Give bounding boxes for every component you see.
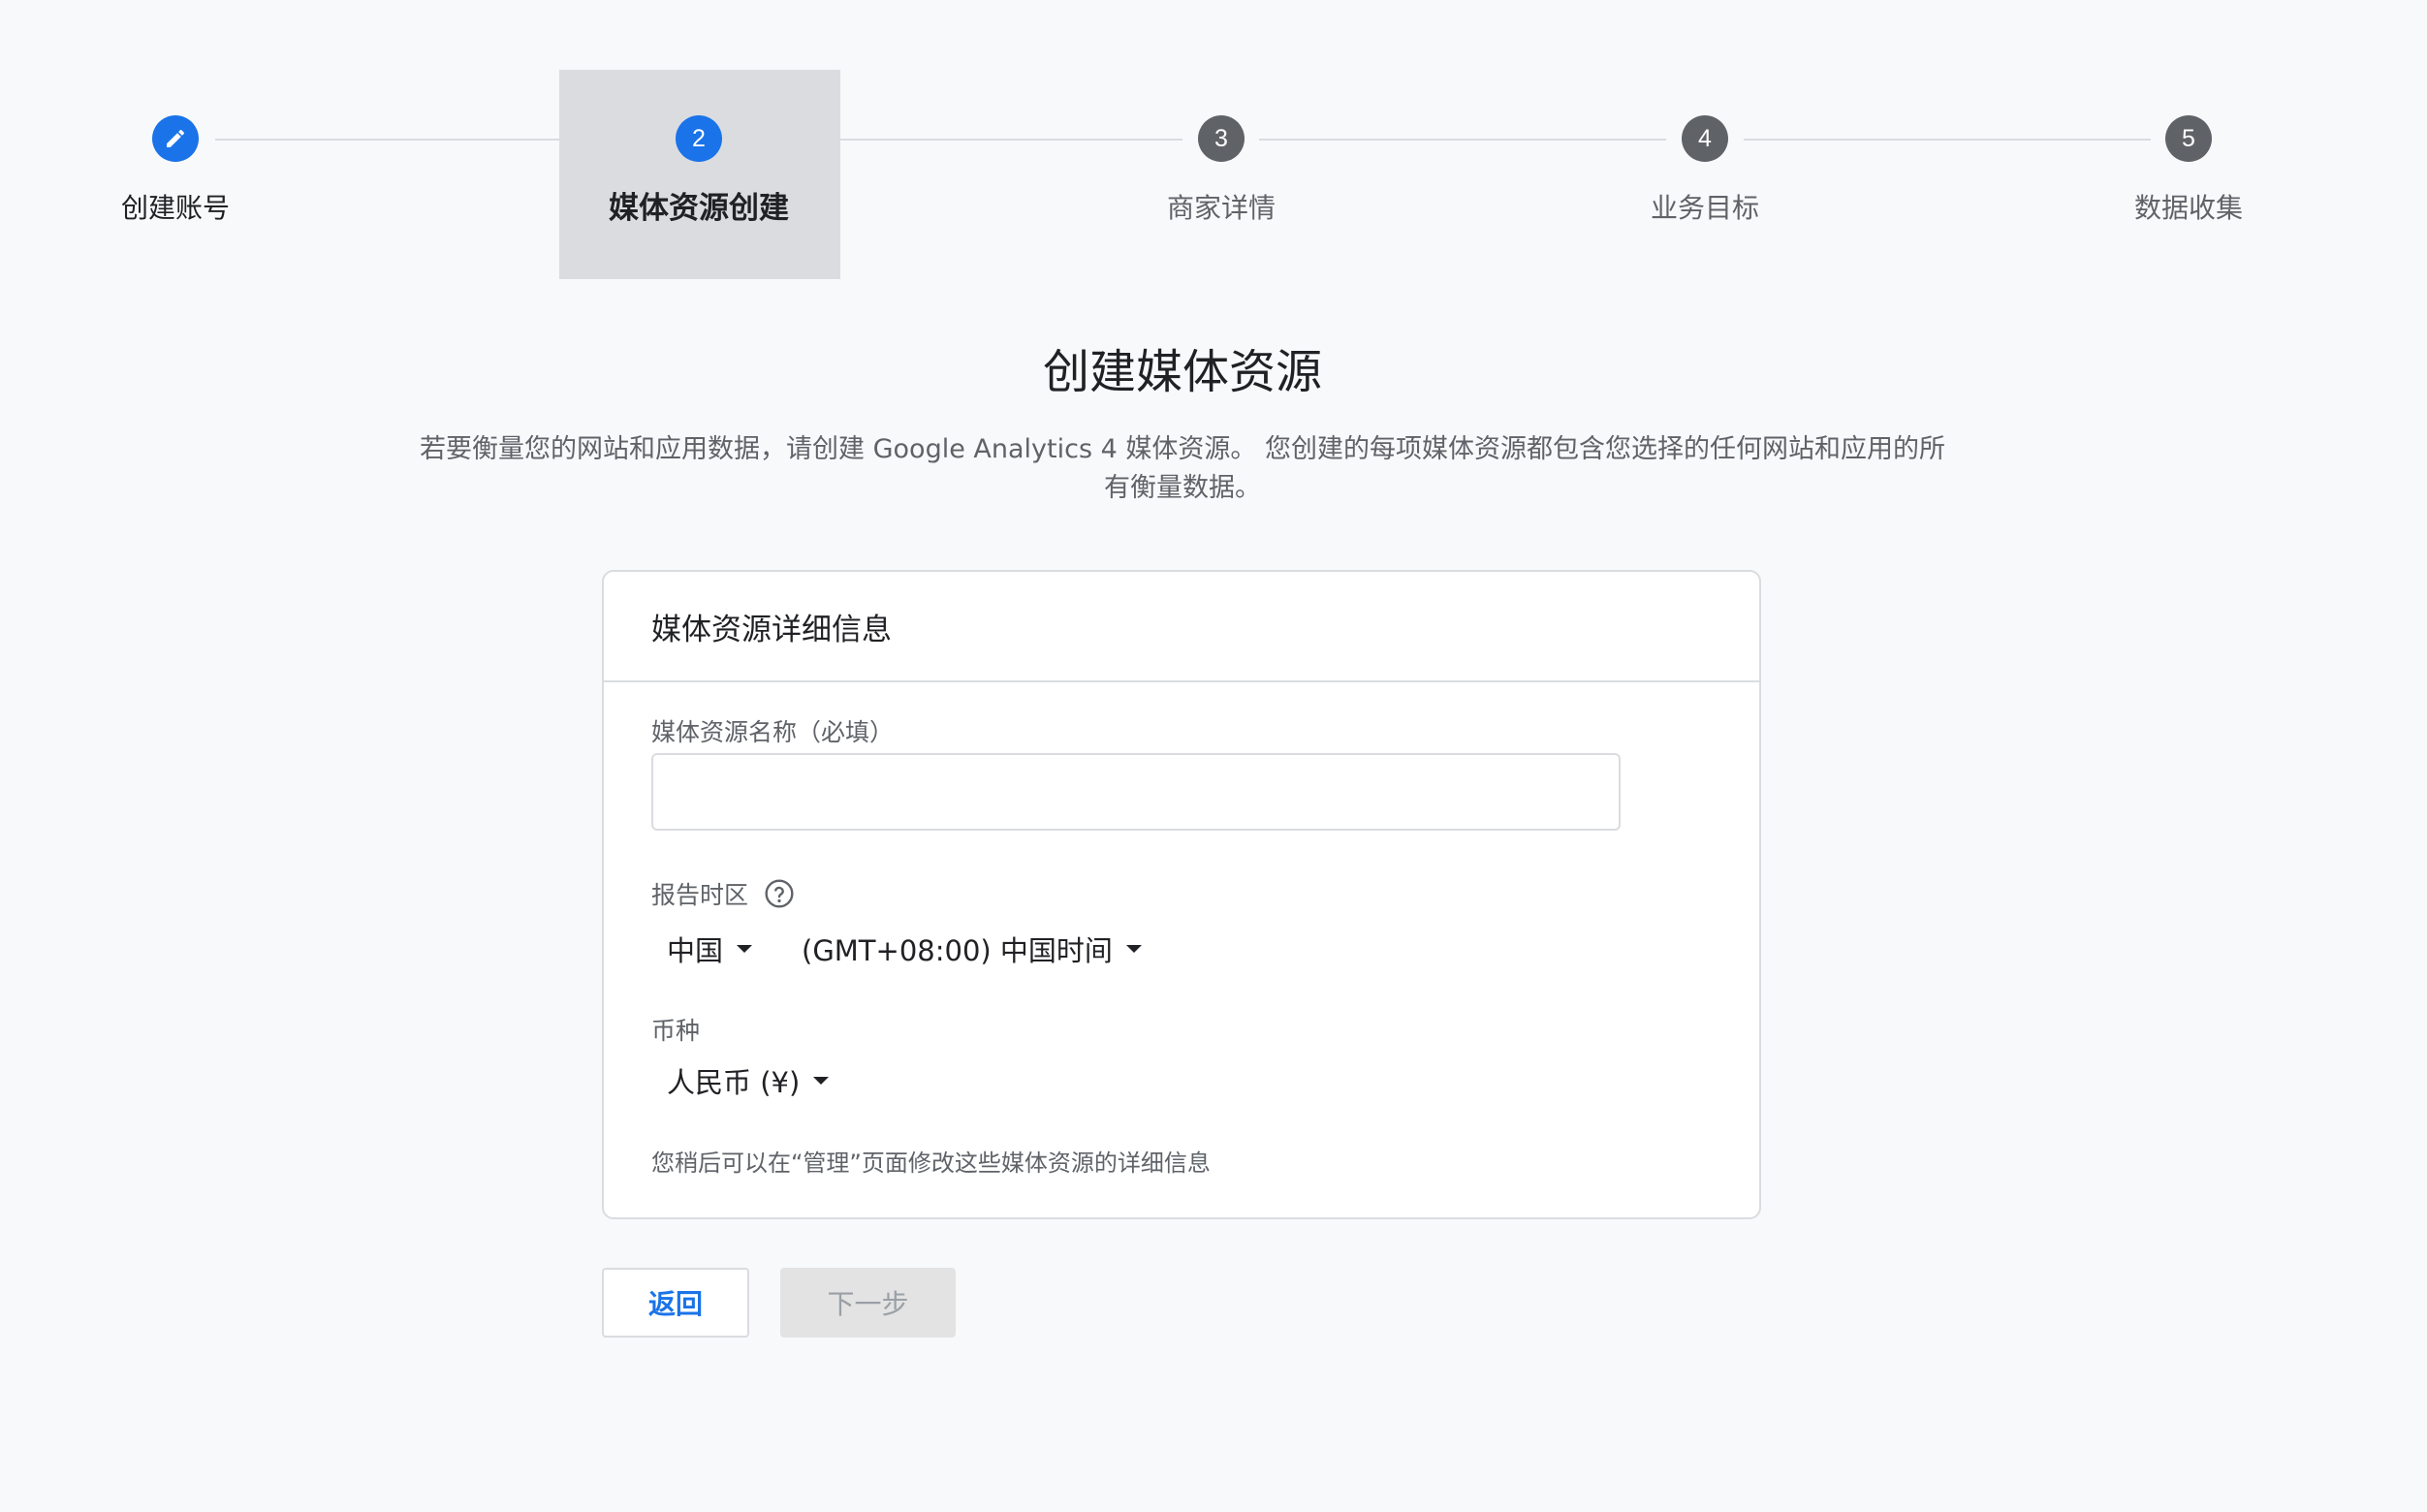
- step-label: 业务目标: [1650, 192, 1759, 224]
- timezone-dropdown[interactable]: (GMT+08:00) 中国时间: [802, 929, 1142, 969]
- step-label: 商家详情: [1166, 192, 1276, 224]
- chevron-down-icon: [813, 1077, 830, 1085]
- step-create-account[interactable]: 创建账号: [30, 115, 321, 226]
- chevron-down-icon: [737, 945, 753, 953]
- property-details-card: 媒体资源详细信息 媒体资源名称（必填） 报告时区 中国 (GMT+08:00) …: [602, 570, 1761, 1219]
- property-name-label: 媒体资源名称（必填）: [651, 718, 895, 746]
- currency-dropdown[interactable]: 人民币 (¥): [667, 1060, 830, 1101]
- timezone-label-row: 报告时区: [651, 876, 795, 911]
- step-circle: [152, 115, 199, 162]
- step-label: 媒体资源创建: [609, 191, 789, 226]
- step-circle: 5: [2165, 115, 2212, 162]
- edit-later-hint: 您稍后可以在“管理”页面修改这些媒体资源的详细信息: [651, 1150, 1211, 1177]
- step-property-creation[interactable]: 2 媒体资源创建: [553, 115, 844, 227]
- step-circle: 4: [1682, 115, 1728, 162]
- card-title: 媒体资源详细信息: [651, 612, 892, 647]
- step-data-collection[interactable]: 5 数据收集: [2043, 115, 2334, 226]
- step-business-goals[interactable]: 4 业务目标: [1560, 115, 1850, 226]
- step-label: 创建账号: [120, 192, 230, 224]
- page-description: 若要衡量您的网站和应用数据，请创建 Google Analytics 4 媒体资…: [420, 434, 1945, 503]
- stepper: 创建账号 2 媒体资源创建 3 商家详情 4 业务目标 5 数据收集: [0, 0, 2427, 291]
- step-business-details[interactable]: 3 商家详情: [1076, 115, 1367, 226]
- timezone-label: 报告时区: [651, 881, 749, 909]
- property-name-input[interactable]: [651, 753, 1621, 831]
- currency-label: 币种: [651, 1017, 701, 1045]
- country-dropdown[interactable]: 中国: [667, 929, 753, 969]
- timezone-value: (GMT+08:00) 中国时间: [802, 934, 1113, 967]
- back-button[interactable]: 返回: [602, 1268, 749, 1338]
- step-circle: 2: [676, 115, 722, 162]
- step-circle: 3: [1198, 115, 1245, 162]
- next-button[interactable]: 下一步: [780, 1268, 956, 1338]
- card-header: 媒体资源详细信息: [604, 572, 1759, 682]
- country-value: 中国: [667, 934, 724, 967]
- help-icon[interactable]: [764, 878, 795, 909]
- page-title: 创建媒体资源: [1042, 345, 1322, 399]
- step-label: 数据收集: [2133, 192, 2243, 224]
- chevron-down-icon: [1125, 945, 1142, 953]
- pencil-icon: [167, 129, 185, 147]
- currency-value: 人民币 (¥): [667, 1066, 801, 1099]
